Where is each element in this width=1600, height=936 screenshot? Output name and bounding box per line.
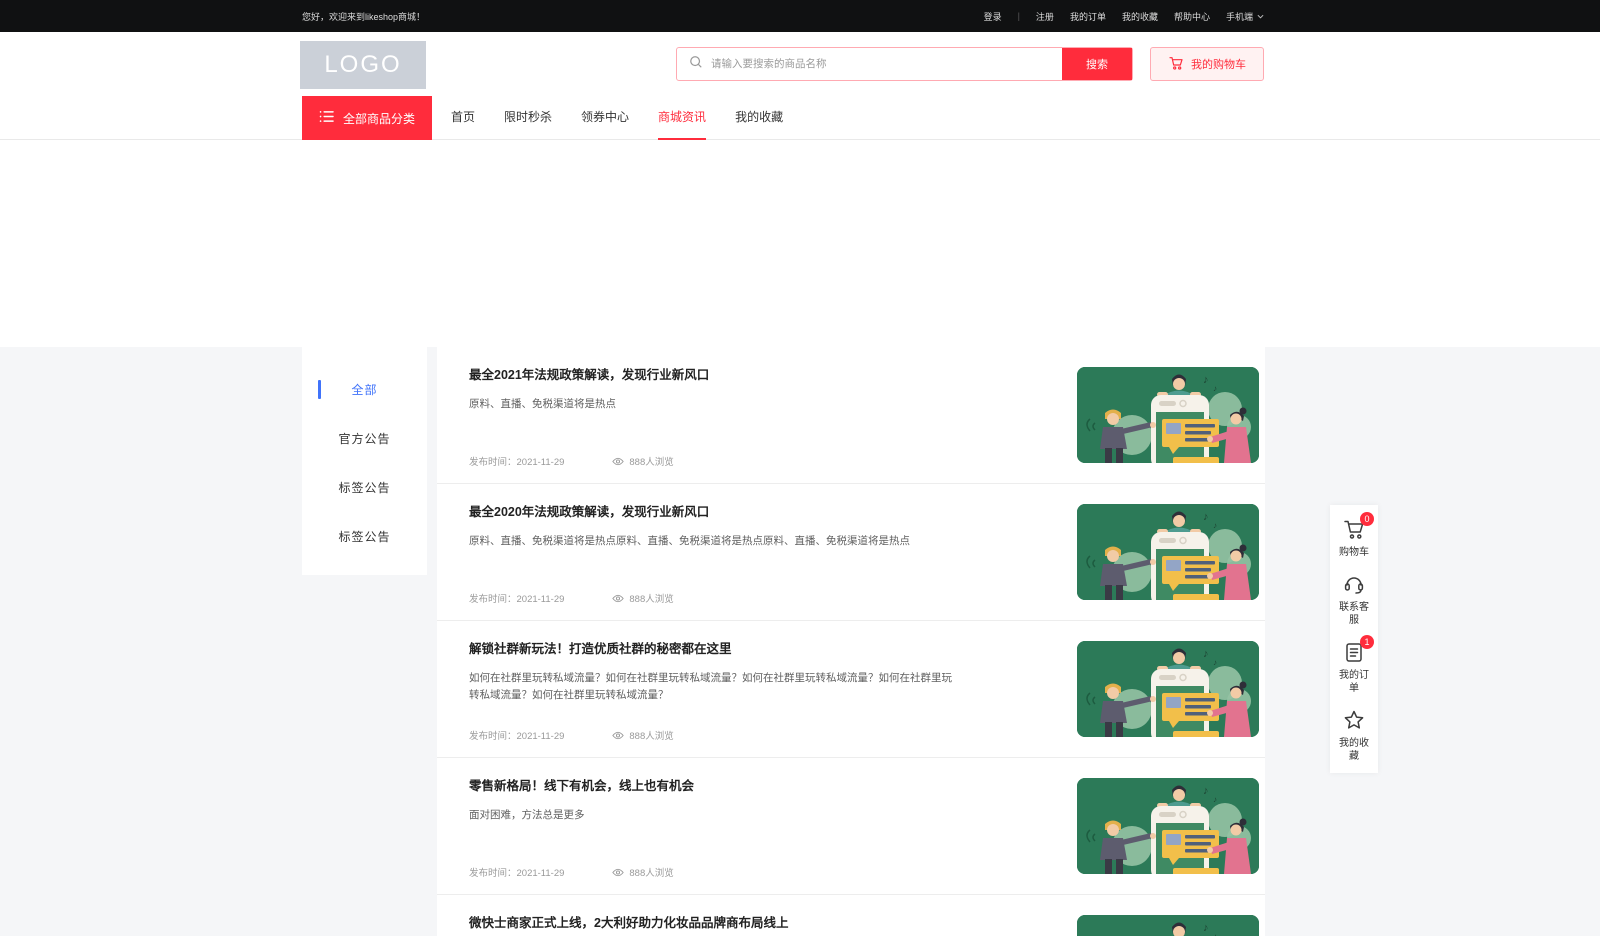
article-thumbnail: ♪ ♪ bbox=[1077, 641, 1259, 737]
svg-text:♪: ♪ bbox=[1203, 785, 1209, 797]
my-favorites-link[interactable]: 我的收藏 bbox=[1122, 10, 1158, 23]
article-summary: 原料、直播、免税渠道将是热点原料、直播、免税渠道将是热点原料、直播、免税渠道将是… bbox=[469, 533, 959, 550]
svg-text:♪: ♪ bbox=[1203, 511, 1209, 523]
article-summary: 面对困难，方法总是更多 bbox=[469, 807, 959, 824]
sidebar-item-all[interactable]: 全部 bbox=[302, 365, 427, 414]
main-nav: 全部商品分类 首页 限时秒杀 领券中心 商城资讯 我的收藏 bbox=[0, 96, 1600, 140]
publish-time: 发布时间：2021-11-29 bbox=[469, 728, 564, 742]
shopping-cart-icon bbox=[1168, 55, 1184, 74]
article-list: 最全2021年法规政策解读，发现行业新风口 原料、直播、免税渠道将是热点 发布时… bbox=[437, 347, 1265, 936]
headset-icon bbox=[1342, 572, 1366, 596]
svg-text:♪: ♪ bbox=[1213, 932, 1217, 936]
help-center-link[interactable]: 帮助中心 bbox=[1174, 10, 1210, 23]
nav-item-my-favorites[interactable]: 我的收藏 bbox=[735, 96, 783, 140]
article-row[interactable]: 零售新格局！线下有机会，线上也有机会 面对困难，方法总是更多 发布时间：2021… bbox=[437, 758, 1265, 895]
search-icon bbox=[689, 55, 703, 74]
chevron-down-icon bbox=[1257, 13, 1264, 20]
view-count: 888人浏览 bbox=[629, 454, 673, 468]
svg-text:♪: ♪ bbox=[1213, 658, 1217, 667]
publish-time: 发布时间：2021-11-29 bbox=[469, 865, 564, 879]
publish-time: 发布时间：2021-11-29 bbox=[469, 591, 564, 605]
svg-text:♪: ♪ bbox=[1213, 795, 1217, 804]
floating-toolbar: 0 购物车 联系客服 1 我的 bbox=[1330, 505, 1378, 773]
order-list-icon: 1 bbox=[1342, 640, 1366, 664]
article-meta: 发布时间：2021-11-29 888人浏览 bbox=[469, 728, 674, 742]
article-thumbnail: ♪ ♪ bbox=[1077, 915, 1259, 936]
page: 您好，欢迎来到likeshop商城！ 登录 | 注册 我的订单 我的收藏 帮助中… bbox=[0, 0, 1600, 936]
panel-my-orders-button[interactable]: 1 我的订单 bbox=[1330, 640, 1378, 695]
search-input[interactable] bbox=[711, 58, 1062, 70]
eye-icon bbox=[612, 868, 624, 877]
publish-time: 发布时间：2021-11-29 bbox=[469, 454, 564, 468]
panel-customer-service-button[interactable]: 联系客服 bbox=[1330, 572, 1378, 627]
login-link[interactable]: 登录 bbox=[984, 10, 1002, 23]
eye-icon bbox=[612, 594, 624, 603]
logo[interactable]: LOGO bbox=[300, 41, 426, 89]
article-illustration-graphic: ♪ ♪ bbox=[1077, 504, 1259, 600]
list-icon bbox=[319, 110, 334, 126]
article-meta: 发布时间：2021-11-29 888人浏览 bbox=[469, 865, 674, 879]
nav-item-home[interactable]: 首页 bbox=[451, 96, 475, 140]
all-categories-button[interactable]: 全部商品分类 bbox=[302, 96, 432, 140]
my-cart-button[interactable]: 我的购物车 bbox=[1150, 47, 1264, 81]
banner-area bbox=[0, 140, 1600, 347]
svg-text:♪: ♪ bbox=[1213, 384, 1217, 393]
register-link[interactable]: 注册 bbox=[1036, 10, 1054, 23]
view-count: 888人浏览 bbox=[629, 591, 673, 605]
article-row[interactable]: 微快士商家正式上线，2大利好助力化妆品品牌商布局线上 ♪ ♪ bbox=[437, 895, 1265, 936]
topbar-divider: | bbox=[1018, 11, 1020, 21]
article-illustration-graphic: ♪ ♪ bbox=[1077, 778, 1259, 874]
svg-text:♪: ♪ bbox=[1213, 521, 1217, 530]
nav-item-coupon-center[interactable]: 领券中心 bbox=[581, 96, 629, 140]
shopping-cart-icon: 0 bbox=[1342, 517, 1366, 541]
mobile-link[interactable]: 手机端 bbox=[1226, 10, 1264, 23]
article-thumbnail: ♪ ♪ bbox=[1077, 504, 1259, 600]
article-row[interactable]: 最全2020年法规政策解读，发现行业新风口 原料、直播、免税渠道将是热点原料、直… bbox=[437, 484, 1265, 621]
header: LOGO 搜索 我的购物车 bbox=[0, 32, 1600, 96]
my-orders-link[interactable]: 我的订单 bbox=[1070, 10, 1106, 23]
panel-cart-button[interactable]: 0 购物车 bbox=[1330, 517, 1378, 559]
news-category-sidebar: 全部 官方公告 标签公告 标签公告 bbox=[302, 347, 427, 575]
article-summary: 如何在社群里玩转私域流量？如何在社群里玩转私域流量？如何在社群里玩转私域流量？如… bbox=[469, 670, 959, 704]
article-illustration-graphic: ♪ ♪ bbox=[1077, 915, 1259, 936]
article-row[interactable]: 解锁社群新玩法！打造优质社群的秘密都在这里 如何在社群里玩转私域流量？如何在社群… bbox=[437, 621, 1265, 758]
welcome-text: 您好，欢迎来到likeshop商城！ bbox=[302, 10, 425, 23]
svg-text:♪: ♪ bbox=[1203, 648, 1209, 660]
article-meta: 发布时间：2021-11-29 888人浏览 bbox=[469, 591, 674, 605]
orders-count-badge: 1 bbox=[1360, 635, 1374, 649]
nav-item-flash-sale[interactable]: 限时秒杀 bbox=[504, 96, 552, 140]
view-count: 888人浏览 bbox=[629, 865, 673, 879]
eye-icon bbox=[612, 457, 624, 466]
active-indicator-bar bbox=[318, 380, 321, 399]
cart-count-badge: 0 bbox=[1360, 512, 1374, 526]
star-icon bbox=[1342, 708, 1366, 732]
sidebar-item-official-notice[interactable]: 官方公告 bbox=[302, 414, 427, 463]
sidebar-item-tag-notice-2[interactable]: 标签公告 bbox=[302, 512, 427, 561]
svg-text:♪: ♪ bbox=[1203, 922, 1209, 934]
panel-my-favorites-button[interactable]: 我的收藏 bbox=[1330, 708, 1378, 763]
search-button[interactable]: 搜索 bbox=[1062, 48, 1132, 80]
article-illustration-graphic: ♪ ♪ bbox=[1077, 641, 1259, 737]
sidebar-item-tag-notice-1[interactable]: 标签公告 bbox=[302, 463, 427, 512]
nav-item-mall-news[interactable]: 商城资讯 bbox=[658, 96, 706, 140]
article-meta: 发布时间：2021-11-29 888人浏览 bbox=[469, 454, 674, 468]
svg-text:♪: ♪ bbox=[1203, 374, 1209, 386]
eye-icon bbox=[612, 731, 624, 740]
search-bar: 搜索 bbox=[676, 47, 1133, 81]
article-thumbnail: ♪ ♪ bbox=[1077, 778, 1259, 874]
article-illustration-graphic: ♪ ♪ bbox=[1077, 367, 1259, 463]
topbar: 您好，欢迎来到likeshop商城！ 登录 | 注册 我的订单 我的收藏 帮助中… bbox=[0, 0, 1600, 32]
article-row[interactable]: 最全2021年法规政策解读，发现行业新风口 原料、直播、免税渠道将是热点 发布时… bbox=[437, 347, 1265, 484]
view-count: 888人浏览 bbox=[629, 728, 673, 742]
article-thumbnail: ♪ ♪ bbox=[1077, 367, 1259, 463]
article-summary: 原料、直播、免税渠道将是热点 bbox=[469, 396, 959, 413]
